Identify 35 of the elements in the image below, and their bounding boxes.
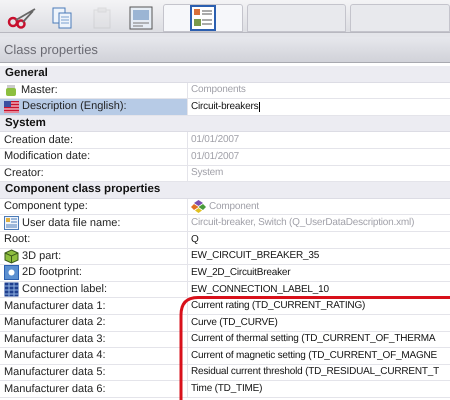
property-value: EW_2D_CircuitBreaker xyxy=(191,268,290,278)
cubes-icon xyxy=(191,200,206,214)
form-icon xyxy=(129,6,154,30)
properties-icon xyxy=(190,5,216,31)
flag-icon xyxy=(4,100,19,113)
document-icon xyxy=(4,216,19,230)
property-value: Residual current threshold (TD_RESIDUAL_CURRENT_T xyxy=(191,367,440,378)
property-value: Current rating (TD_CURRENT_RATING) xyxy=(191,301,366,312)
toolbar-button[interactable] xyxy=(163,4,243,32)
property-value: System xyxy=(191,168,224,178)
property-value: Q xyxy=(191,234,199,245)
clipboard-icon xyxy=(92,7,112,29)
property-value: Components xyxy=(191,85,246,96)
property-value: Curve (TD_CURVE) xyxy=(191,318,278,328)
property-value: EW_CONNECTION_LABEL_10 xyxy=(191,284,329,295)
value-input-field[interactable]: Circuit-breakers xyxy=(191,102,260,112)
property-label-cell[interactable]: Description (English): xyxy=(0,99,188,115)
property-value: 01/01/2007 xyxy=(191,135,240,146)
property-value: EW_CIRCUIT_BREAKER_35 xyxy=(191,251,320,262)
section-header: General xyxy=(5,68,48,80)
section-header: System xyxy=(5,118,46,130)
property-value: Time (TD_TIME) xyxy=(191,384,262,394)
copy-icon xyxy=(52,7,72,29)
property-value: Current of magnetic setting (TD_CURRENT_OF_MAGNE xyxy=(191,350,438,361)
section-header: Component class properties xyxy=(5,184,160,196)
property-value: Circuit-breaker, Switch (Q_UserDataDescription.xml) xyxy=(191,218,414,228)
property-value: Current of thermal setting (TD_CURRENT_OF_THERMA xyxy=(191,334,436,344)
scissors-icon xyxy=(6,7,37,29)
jar-icon xyxy=(4,84,18,97)
property-value: Component xyxy=(209,202,259,212)
grid-icon xyxy=(4,282,19,298)
cube-icon xyxy=(4,248,19,264)
property-value: 01/01/2007 xyxy=(191,152,240,162)
footprint-icon xyxy=(4,265,19,280)
panel-title: Class properties xyxy=(4,40,98,59)
